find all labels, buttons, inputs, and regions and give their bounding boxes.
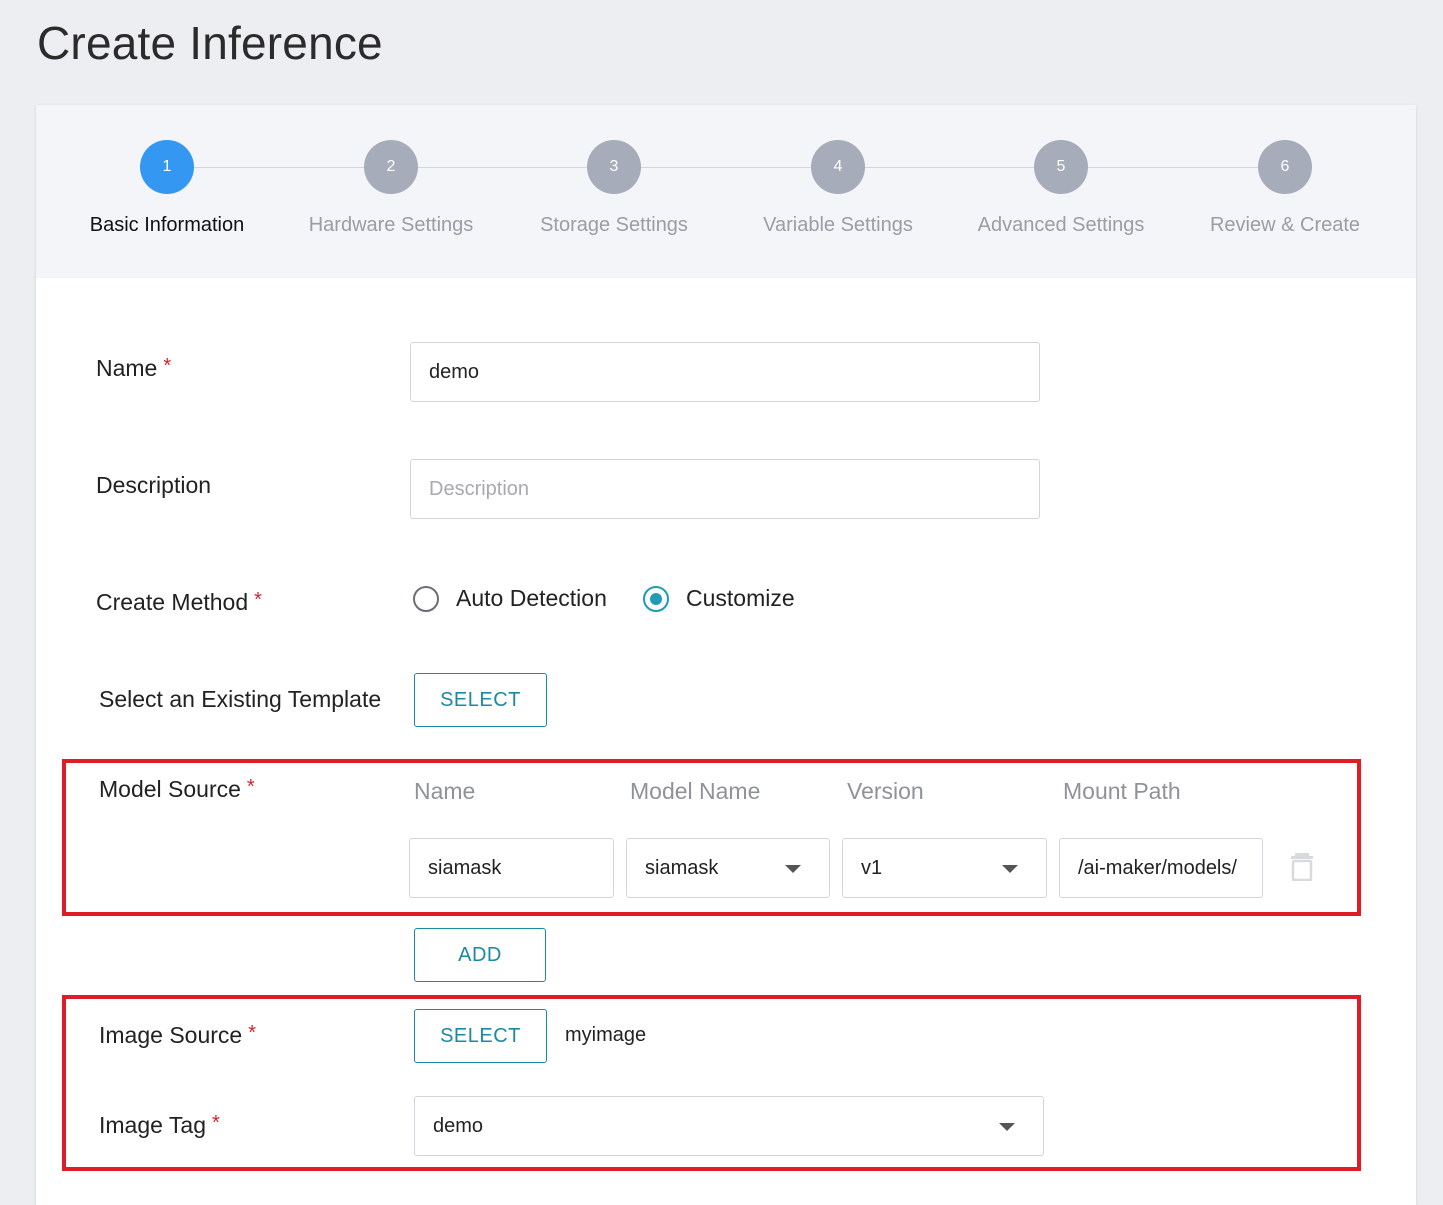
required-mark: *: [163, 355, 172, 377]
step-number: 6: [1258, 140, 1312, 194]
radio-label: Customize: [686, 585, 795, 611]
radio-auto-detection[interactable]: Auto Detection: [413, 585, 607, 612]
form-card: 1 Basic Information 2 Hardware Settings …: [36, 105, 1416, 1205]
caret-down-icon: [999, 1123, 1015, 1131]
caret-down-icon: [1002, 865, 1018, 873]
name-label-text: Name: [96, 355, 158, 381]
image-tag-label: Image Tag *: [99, 1112, 220, 1139]
select-template-button[interactable]: SELECT: [414, 673, 547, 727]
step-label: Basic Information: [89, 214, 245, 236]
column-header-model-name: Model Name: [630, 778, 761, 804]
name-label: Name *: [96, 355, 171, 382]
required-mark: *: [248, 1022, 256, 1044]
model-name-select-value: siamask: [645, 856, 719, 879]
description-input[interactable]: [410, 459, 1040, 519]
image-tag-select-value: demo: [433, 1114, 484, 1137]
page-title: Create Inference: [37, 17, 383, 69]
step-label: Variable Settings: [763, 214, 913, 236]
version-select[interactable]: v1: [842, 838, 1047, 898]
radio-label: Auto Detection: [456, 585, 607, 611]
image-source-label: Image Source *: [99, 1022, 256, 1049]
description-label: Description: [96, 472, 212, 498]
image-tag-select[interactable]: demo: [414, 1096, 1044, 1156]
template-label: Select an Existing Template: [99, 686, 382, 712]
caret-down-icon: [785, 865, 801, 873]
column-header-name: Name: [414, 778, 476, 804]
step-hardware-settings[interactable]: 2 Hardware Settings: [281, 140, 501, 237]
create-method-label-text: Create Method: [96, 589, 249, 615]
step-label: Review & Create: [1209, 214, 1361, 236]
model-source-label: Model Source *: [99, 776, 255, 803]
add-model-button[interactable]: ADD: [414, 928, 546, 982]
create-method-label: Create Method *: [96, 589, 262, 616]
mount-path-input[interactable]: [1059, 838, 1263, 898]
required-mark: *: [211, 1112, 220, 1134]
step-label: Storage Settings: [540, 214, 688, 236]
radio-checked-icon[interactable]: [643, 585, 669, 612]
required-mark: *: [246, 776, 255, 798]
step-storage-settings[interactable]: 3 Storage Settings: [504, 140, 724, 237]
step-variable-settings[interactable]: 4 Variable Settings: [728, 140, 948, 237]
image-tag-label-text: Image Tag: [99, 1112, 206, 1138]
step-number: 3: [587, 140, 641, 194]
step-number: 1: [140, 140, 194, 194]
step-label: Advanced Settings: [977, 214, 1145, 236]
step-advanced-settings[interactable]: 5 Advanced Settings: [951, 140, 1171, 237]
column-header-version: Version: [847, 778, 924, 804]
step-basic-information[interactable]: 1 Basic Information: [57, 140, 277, 237]
trash-icon[interactable]: [1290, 851, 1314, 881]
radio-unchecked-icon[interactable]: [413, 585, 439, 612]
stepper: 1 Basic Information 2 Hardware Settings …: [36, 105, 1416, 278]
image-source-value: myimage: [565, 1024, 647, 1046]
model-name-select[interactable]: siamask: [626, 838, 830, 898]
model-source-label-text: Model Source: [99, 776, 241, 802]
radio-customize[interactable]: Customize: [643, 585, 795, 612]
image-source-label-text: Image Source: [99, 1022, 243, 1048]
version-select-value: v1: [861, 856, 883, 879]
model-row-name-input[interactable]: [409, 838, 614, 898]
step-number: 4: [811, 140, 865, 194]
step-label: Hardware Settings: [308, 214, 474, 236]
required-mark: *: [254, 589, 262, 611]
step-number: 2: [364, 140, 418, 194]
step-number: 5: [1034, 140, 1088, 194]
select-image-button[interactable]: SELECT: [414, 1009, 547, 1063]
name-input[interactable]: [410, 342, 1040, 402]
column-header-mount-path: Mount Path: [1063, 778, 1181, 804]
step-review-create[interactable]: 6 Review & Create: [1175, 140, 1395, 237]
